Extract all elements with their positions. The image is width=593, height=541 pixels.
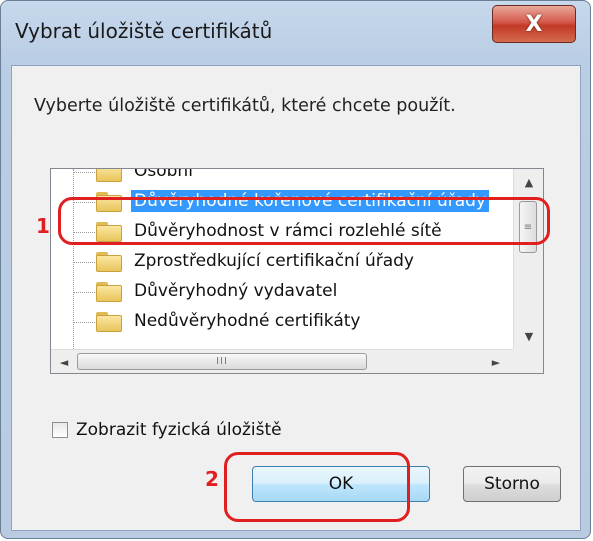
folder-icon xyxy=(96,282,122,302)
horizontal-scrollbar[interactable]: ◄ III ► xyxy=(51,349,543,373)
folder-icon xyxy=(96,252,122,272)
show-physical-stores-checkbox[interactable] xyxy=(52,422,68,438)
scroll-left-icon[interactable]: ◄ xyxy=(51,350,77,373)
tree-item-label: Osobní xyxy=(134,169,193,181)
horizontal-scroll-thumb[interactable]: III xyxy=(77,353,367,370)
annotation-number-1: 1 xyxy=(36,214,50,238)
instruction-text: Vyberte úložiště certifikátů, které chce… xyxy=(34,96,456,116)
scroll-down-icon[interactable]: ▼ xyxy=(514,323,543,349)
close-icon: X xyxy=(525,11,543,37)
close-button[interactable]: X xyxy=(492,5,576,43)
tree-item[interactable]: Nedůvěryhodné certifikáty xyxy=(51,307,513,337)
tree-item-label: Zprostředkující certifikační úřady xyxy=(134,251,414,271)
annotation-box-1 xyxy=(58,197,550,245)
folder-icon xyxy=(96,169,122,182)
annotation-number-2: 2 xyxy=(205,467,219,491)
tree-item[interactable]: Zprostředkující certifikační úřady xyxy=(51,247,513,277)
title-bar[interactable]: Vybrat úložiště certifikátů X xyxy=(1,1,590,65)
scroll-right-icon[interactable]: ► xyxy=(483,350,509,373)
tree-item[interactable]: Důvěryhodný vydavatel xyxy=(51,277,513,307)
scroll-up-icon[interactable]: ▲ xyxy=(514,169,543,195)
scrollbar-corner xyxy=(513,349,543,373)
tree-viewport: Osobní Důvěryhodné kořenové certifikační… xyxy=(51,169,513,349)
window-title: Vybrat úložiště certifikátů xyxy=(15,19,273,43)
tree-item-label: Nedůvěryhodné certifikáty xyxy=(134,311,361,331)
cancel-button[interactable]: Storno xyxy=(463,466,561,502)
checkbox-label: Zobrazit fyzická úložiště xyxy=(76,420,282,440)
folder-icon xyxy=(96,312,122,332)
tree-item-label: Důvěryhodný vydavatel xyxy=(134,281,338,301)
tree-item[interactable]: Osobní xyxy=(51,169,513,187)
annotation-box-2 xyxy=(224,452,410,522)
vertical-scrollbar[interactable]: ▲ ≡ ▼ xyxy=(513,169,543,349)
